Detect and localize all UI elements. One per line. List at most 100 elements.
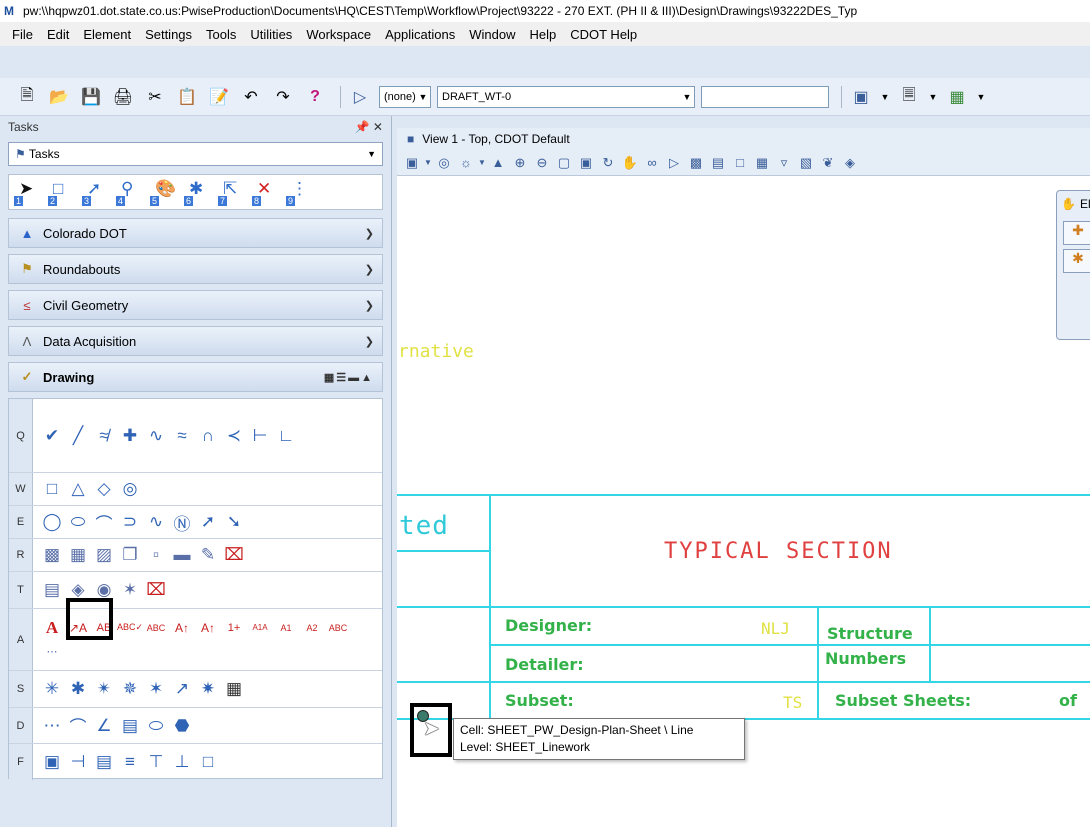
level-combo[interactable]: (none) ▼: [379, 86, 431, 108]
pin-close-icons[interactable]: 📌 ✕: [355, 120, 383, 134]
fit-view-icon[interactable]: ▣: [575, 153, 597, 173]
render-icon[interactable]: ◈: [839, 153, 861, 173]
menu-tools[interactable]: Tools: [206, 27, 236, 42]
review-tags-icon[interactable]: ✶: [143, 677, 169, 701]
dimension-attributes-icon[interactable]: □: [195, 750, 221, 774]
camera-icon[interactable]: ▤: [707, 153, 729, 173]
place-regular-polygon-icon[interactable]: ◎: [117, 477, 143, 501]
chevron-down-icon[interactable]: ▼: [928, 84, 938, 110]
chevron-down-icon[interactable]: ▼: [976, 84, 986, 110]
new-file-icon[interactable]: 🗎: [14, 84, 40, 110]
zoom-out-icon[interactable]: ⊖: [531, 153, 553, 173]
dimension-angle-lines-icon[interactable]: ⊥: [169, 750, 195, 774]
section-colorado-dot[interactable]: ▲ Colorado DOT ❯: [8, 218, 383, 248]
linear-pattern-icon[interactable]: ❐: [117, 543, 143, 567]
chevron-down-icon[interactable]: ▼: [423, 153, 433, 173]
update-view-icon[interactable]: ▲: [487, 153, 509, 173]
copy-icon[interactable]: 📋: [174, 84, 200, 110]
place-point-icon[interactable]: ✚: [117, 424, 143, 448]
display-text-attributes-icon[interactable]: A↑: [195, 616, 221, 640]
section-data-acquisition[interactable]: Λ Data Acquisition ❯: [8, 326, 383, 356]
tag-report-icon[interactable]: ✷: [195, 677, 221, 701]
place-half-ellipse-icon[interactable]: ⊃: [117, 510, 143, 534]
show-pattern-attributes-icon[interactable]: ▫: [143, 543, 169, 567]
clip-mask-icon[interactable]: ▦: [751, 153, 773, 173]
zoom-in-icon[interactable]: ⊕: [509, 153, 531, 173]
table-icon[interactable]: ▦: [944, 84, 970, 110]
modify-arc-radius-icon[interactable]: ➚: [195, 510, 221, 534]
section-civil-geometry[interactable]: ≤ Civil Geometry ❯: [8, 290, 383, 320]
auto-fill-icon[interactable]: A2: [299, 616, 325, 640]
place-block-icon[interactable]: □: [39, 477, 65, 501]
view-attributes-icon[interactable]: ▣: [848, 84, 874, 110]
place-bspline-icon[interactable]: ∩: [195, 424, 221, 448]
element-selection-dialog[interactable]: ✋ Ele ✚ ✱: [1056, 190, 1090, 340]
menu-file[interactable]: File: [12, 27, 33, 42]
measure-tool[interactable]: ⋮ 9: [285, 177, 319, 207]
copy-view-icon[interactable]: ▩: [685, 153, 707, 173]
chevron-down-icon[interactable]: ▼: [477, 153, 487, 173]
place-shape-icon[interactable]: △: [65, 477, 91, 501]
window-area-icon[interactable]: ▢: [553, 153, 575, 173]
dimension-ordinates-icon[interactable]: ⬣: [169, 714, 195, 738]
place-tag-icon[interactable]: ✳: [39, 677, 65, 701]
view-attributes-icon[interactable]: ▣: [401, 153, 423, 173]
menu-element[interactable]: Element: [83, 27, 131, 42]
place-smartline-icon[interactable]: ✔: [39, 424, 65, 448]
section-drawing[interactable]: ✓ Drawing ▦☰▬▲: [8, 362, 383, 392]
view-rotation-icon[interactable]: ❦: [817, 153, 839, 173]
place-arc-icon[interactable]: ⌒: [91, 510, 117, 534]
style-combo[interactable]: DRAFT_WT-0 ▼: [437, 86, 695, 108]
dimension-chamfer-icon[interactable]: ⊤: [143, 750, 169, 774]
menu-utilities[interactable]: Utilities: [250, 27, 292, 42]
selection-mode-icon[interactable]: ✱: [1063, 249, 1090, 273]
clip-filter-icon[interactable]: ▿: [773, 153, 795, 173]
drop-complex-status-icon[interactable]: ⌧: [143, 578, 169, 602]
element-info-tool[interactable]: ✱ 6: [183, 177, 217, 207]
dimension-radial-icon[interactable]: ⬭: [143, 714, 169, 738]
dimension-ordinate-icon[interactable]: ≡: [117, 750, 143, 774]
menu-cdot-help[interactable]: CDOT Help: [570, 27, 637, 42]
view-next-icon[interactable]: ▷: [663, 153, 685, 173]
place-stream-icon[interactable]: ∿: [143, 424, 169, 448]
page-icon[interactable]: 🗏: [896, 84, 922, 110]
text-field-icon[interactable]: ⋯: [39, 640, 65, 664]
fence-tool[interactable]: □ 2: [47, 177, 81, 207]
place-circle-icon[interactable]: ◯: [39, 510, 65, 534]
menu-window[interactable]: Window: [469, 27, 515, 42]
define-tags-icon[interactable]: ↗: [169, 677, 195, 701]
pan-view-icon[interactable]: ✋: [619, 153, 641, 173]
dimension-arc-icon[interactable]: ⌒: [65, 714, 91, 738]
place-active-cell-icon[interactable]: ▤: [39, 578, 65, 602]
change-text-attributes-icon[interactable]: A↑: [169, 616, 195, 640]
pattern-area-icon[interactable]: ▨: [91, 543, 117, 567]
dimension-size-stroke-icon[interactable]: ⊣: [65, 750, 91, 774]
dimension-angle-icon[interactable]: ∠: [91, 714, 117, 738]
analyze-tool[interactable]: ⚲ 4: [115, 177, 149, 207]
fill-enter-data-field-icon[interactable]: A1: [273, 616, 299, 640]
select-element-tool[interactable]: ➤ 1: [13, 177, 47, 207]
dimension-linear-icon[interactable]: ▤: [117, 714, 143, 738]
move-tool[interactable]: ➚ 3: [81, 177, 115, 207]
crosshatch-area-icon[interactable]: ▦: [65, 543, 91, 567]
place-multiline-icon[interactable]: ≉: [91, 424, 117, 448]
undo-icon[interactable]: ↶: [238, 84, 264, 110]
chevron-down-icon[interactable]: ▼: [880, 84, 890, 110]
place-line-icon[interactable]: ╱: [65, 424, 91, 448]
place-ellipse-icon[interactable]: ⬭: [65, 510, 91, 534]
spell-checker-icon[interactable]: ABC✓: [117, 616, 143, 640]
dimension-location-icon[interactable]: ▤: [91, 750, 117, 774]
weight-combo[interactable]: [701, 86, 829, 108]
menu-help[interactable]: Help: [529, 27, 556, 42]
level-display-icon[interactable]: ▧: [795, 153, 817, 173]
delete-tag-icon[interactable]: ✵: [117, 677, 143, 701]
dimension-size-arrow-icon[interactable]: ▣: [39, 750, 65, 774]
copy-increment-text-icon[interactable]: 1+: [221, 616, 247, 640]
place-quarter-ellipse-icon[interactable]: ∿: [143, 510, 169, 534]
attributes-tool[interactable]: 🎨 5: [149, 177, 183, 207]
paste-icon[interactable]: 📝: [206, 84, 232, 110]
match-pattern-attributes-icon[interactable]: ▬: [169, 543, 195, 567]
place-text-icon[interactable]: A: [39, 616, 65, 640]
save-icon[interactable]: 💾: [78, 84, 104, 110]
match-text-attributes-icon[interactable]: ABC: [143, 616, 169, 640]
